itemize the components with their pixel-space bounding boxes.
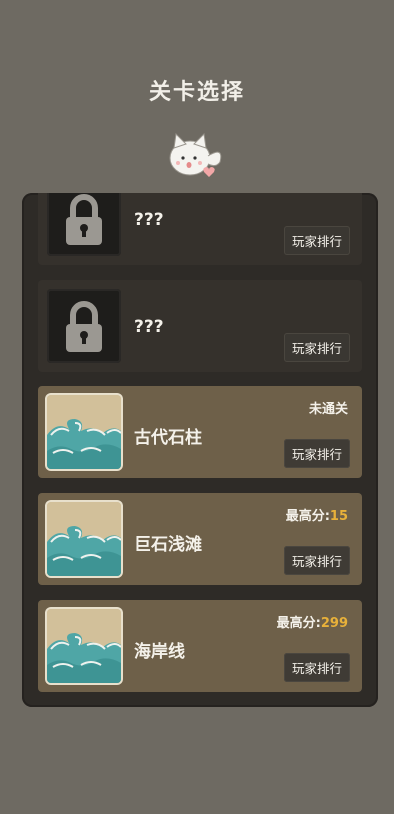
wave-icon <box>47 502 121 576</box>
player-ranking-button[interactable]: 玩家排行 <box>283 439 350 468</box>
page-title: 关卡选择 <box>148 80 245 105</box>
level-name: 古代石柱 <box>134 428 202 448</box>
level-thumbnail <box>47 193 121 256</box>
level-card[interactable]: 海岸线 最高分:299 玩家排行 <box>38 600 362 692</box>
high-score: 最高分:15 <box>286 505 348 524</box>
player-ranking-button[interactable]: 玩家排行 <box>283 653 350 682</box>
level-thumbnail <box>47 395 121 469</box>
lock-icon <box>66 194 102 245</box>
level-card[interactable]: 古代石柱 未通关 玩家排行 <box>38 386 362 478</box>
high-score-label: 最高分: <box>285 509 330 524</box>
level-thumbnail <box>47 289 121 363</box>
level-name: ??? <box>134 317 164 337</box>
high-score-value: 15 <box>329 509 348 524</box>
high-score: 最高分:299 <box>277 612 348 631</box>
level-list[interactable]: ??? 玩家排行 ??? 玩家排行 古代石柱 未通关 玩家排行 巨石浅滩 最高分… <box>22 193 378 707</box>
heart-icon <box>203 167 215 177</box>
level-card-locked[interactable]: ??? 玩家排行 <box>38 280 362 372</box>
level-name: 巨石浅滩 <box>134 535 202 555</box>
level-name: ??? <box>134 210 164 230</box>
level-thumbnail <box>47 609 121 683</box>
cat-mascot-icon <box>169 132 222 177</box>
level-card[interactable]: 巨石浅滩 最高分:15 玩家排行 <box>38 493 362 585</box>
player-ranking-button[interactable]: 玩家排行 <box>283 546 350 575</box>
high-score-label: 最高分: <box>276 616 321 631</box>
level-card-locked[interactable]: ??? 玩家排行 <box>38 193 362 265</box>
level-name: 海岸线 <box>134 642 185 662</box>
high-score-value: 299 <box>320 616 348 631</box>
wave-icon <box>47 395 121 469</box>
lock-icon <box>66 301 102 352</box>
level-thumbnail <box>47 502 121 576</box>
player-ranking-button[interactable]: 玩家排行 <box>283 333 350 362</box>
wave-icon <box>47 609 121 683</box>
level-status: 未通关 <box>308 402 348 417</box>
player-ranking-button[interactable]: 玩家排行 <box>283 226 350 255</box>
